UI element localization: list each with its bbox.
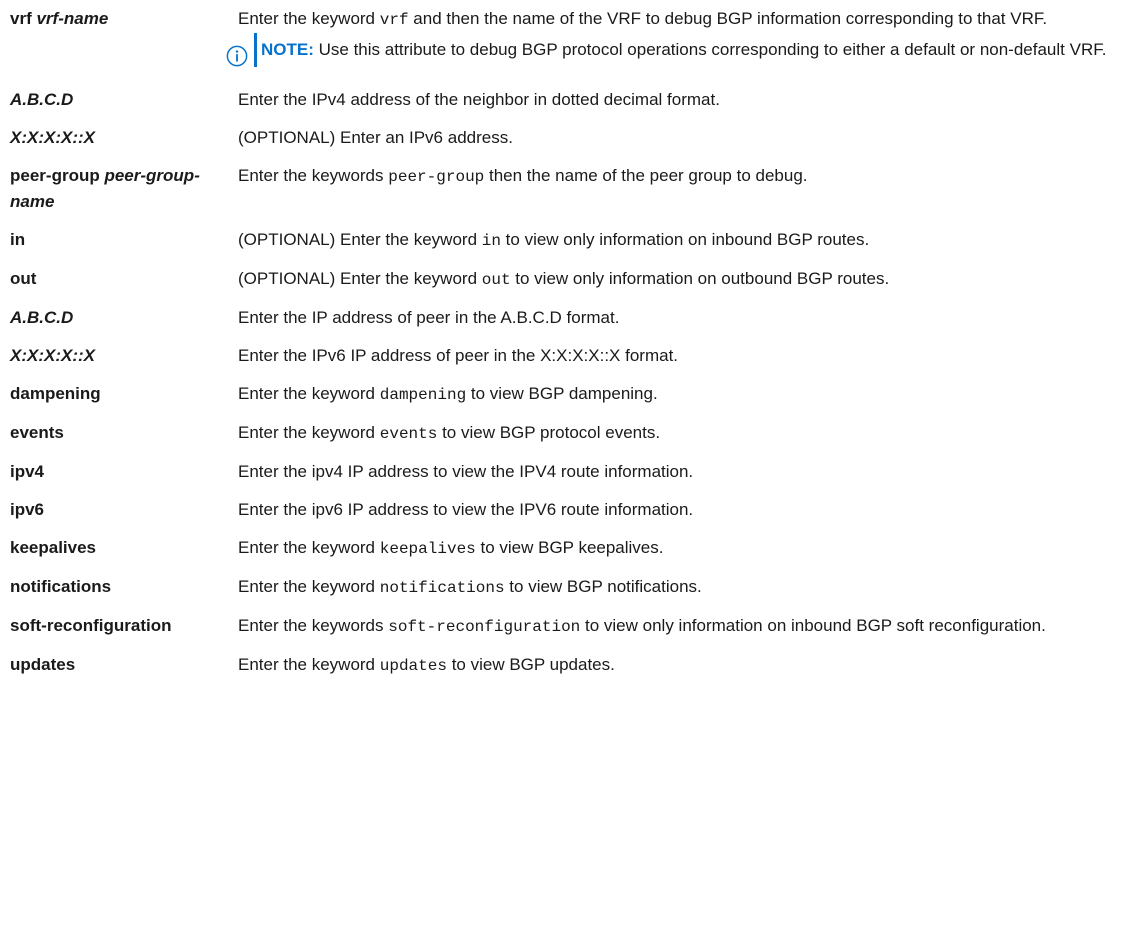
info-circle-icon [226, 45, 248, 67]
param-term: notifications [10, 577, 112, 596]
term-keyword: vrf [10, 9, 32, 28]
param-description: Enter the keyword notifications to view … [238, 577, 702, 597]
param-row-events: events Enter the keyword events to view … [10, 420, 1120, 447]
param-description: Enter the keyword vrf and then the name … [226, 6, 1120, 75]
param-term: dampening [10, 384, 101, 403]
keyword-code: in [481, 232, 501, 250]
param-term: A.B.C.D [10, 305, 238, 331]
param-term: A.B.C.D [10, 87, 238, 113]
param-row-ipv4-neighbor: A.B.C.D Enter the IPv4 address of the ne… [10, 87, 1120, 113]
param-term: in [10, 230, 26, 249]
param-row-ipv6: ipv6 Enter the ipv6 IP address to view t… [10, 497, 1120, 523]
param-term: X:X:X:X::X [10, 125, 238, 151]
term-argument: vrf-name [36, 9, 109, 28]
keyword-code: peer-group [388, 168, 485, 186]
param-description: Enter the ipv4 IP address to view the IP… [238, 462, 694, 481]
param-row-soft-reconfiguration: soft-reconfiguration Enter the keywords … [10, 613, 1120, 640]
term-argument: X:X:X:X::X [10, 128, 95, 147]
param-term: soft-reconfiguration [10, 616, 172, 635]
note-body: NOTE: Use this attribute to debug BGP pr… [254, 33, 1106, 67]
parameter-table: vrf vrf-name Enter the keyword vrf and t… [10, 6, 1120, 691]
param-description: Enter the keywords peer-group then the n… [238, 166, 808, 186]
param-description: Enter the ipv6 IP address to view the IP… [238, 500, 694, 519]
param-row-notifications: notifications Enter the keyword notifica… [10, 574, 1120, 601]
param-row-vrf: vrf vrf-name Enter the keyword vrf and t… [10, 6, 1120, 75]
keyword-code: updates [379, 657, 447, 675]
param-term: ipv6 [10, 500, 45, 519]
param-row-dampening: dampening Enter the keyword dampening to… [10, 381, 1120, 408]
param-row-in: in (OPTIONAL) Enter the keyword in to vi… [10, 227, 1120, 254]
keyword-code: soft-reconfiguration [388, 618, 581, 636]
param-row-keepalives: keepalives Enter the keyword keepalives … [10, 535, 1120, 562]
keyword-code: notifications [379, 579, 505, 597]
param-term: out [10, 269, 37, 288]
term-argument: X:X:X:X::X [10, 346, 95, 365]
param-term: ipv4 [10, 462, 45, 481]
param-description: Enter the keywords soft-reconfiguration … [238, 616, 1046, 636]
param-term: events [10, 423, 64, 442]
param-row-ipv4: ipv4 Enter the ipv4 IP address to view t… [10, 459, 1120, 485]
param-description: (OPTIONAL) Enter an IPv6 address. [238, 128, 513, 147]
term-argument: A.B.C.D [10, 90, 74, 109]
note-text: Use this attribute to debug BGP protocol… [313, 40, 1107, 59]
param-description: Enter the IPv6 IP address of peer in the… [238, 346, 679, 365]
param-term: updates [10, 655, 76, 674]
param-description: Enter the keyword events to view BGP pro… [238, 423, 661, 443]
param-description: Enter the IPv4 address of the neighbor i… [238, 90, 720, 109]
keyword-code: out [481, 271, 511, 289]
param-description: Enter the keyword updates to view BGP up… [238, 655, 615, 675]
param-row-peer-ipv6: X:X:X:X::X Enter the IPv6 IP address of … [10, 343, 1120, 369]
param-row-updates: updates Enter the keyword updates to vie… [10, 652, 1120, 679]
keyword-code: keepalives [379, 540, 476, 558]
note-label: NOTE: [261, 40, 314, 59]
param-term: X:X:X:X::X [10, 343, 238, 369]
description-text: Enter the keyword vrf and then the name … [238, 9, 1048, 29]
param-row-peer-ipv4: A.B.C.D Enter the IP address of peer in … [10, 305, 1120, 331]
keyword-code: dampening [379, 386, 467, 404]
param-description: Enter the keyword dampening to view BGP … [238, 384, 658, 404]
param-description: (OPTIONAL) Enter the keyword in to view … [238, 230, 870, 250]
param-row-out: out (OPTIONAL) Enter the keyword out to … [10, 266, 1120, 293]
note-callout: NOTE: Use this attribute to debug BGP pr… [226, 33, 1112, 67]
param-description: (OPTIONAL) Enter the keyword out to view… [238, 269, 890, 289]
keyword-code: vrf [379, 11, 409, 29]
param-term: vrf vrf-name [10, 6, 238, 75]
param-row-peer-group: peer-group peer-group-name Enter the key… [10, 163, 1120, 215]
param-term: keepalives [10, 538, 97, 557]
param-description: Enter the keyword keepalives to view BGP… [238, 538, 664, 558]
keyword-code: events [379, 425, 438, 443]
term-keyword: peer-group [10, 166, 100, 185]
param-term: peer-group peer-group-name [10, 163, 238, 215]
param-row-ipv6-neighbor: X:X:X:X::X (OPTIONAL) Enter an IPv6 addr… [10, 125, 1120, 151]
param-description: Enter the IP address of peer in the A.B.… [238, 308, 620, 327]
term-argument: A.B.C.D [10, 308, 74, 327]
